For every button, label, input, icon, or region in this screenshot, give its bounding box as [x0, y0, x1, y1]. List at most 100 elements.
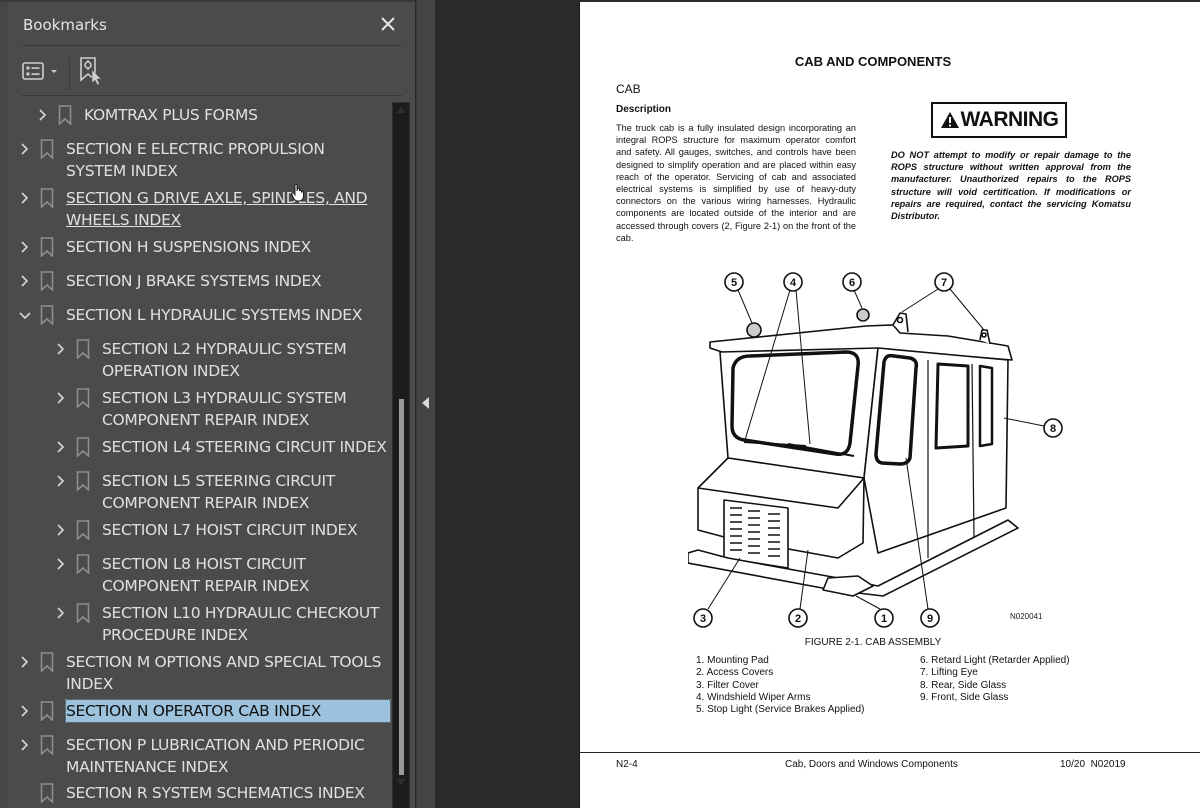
bookmark-label[interactable]: SECTION L7 HOIST CIRCUIT INDEX: [102, 519, 392, 541]
bookmarks-scrollbar[interactable]: [392, 102, 410, 808]
chevron-right-icon[interactable]: [36, 106, 50, 124]
legend-entry: 4. Windshield Wiper Arms: [696, 691, 811, 703]
figure-caption: FIGURE 2-1. CAB ASSEMBLY: [804, 637, 942, 648]
callout-1: 1: [881, 613, 887, 625]
collapse-panel-arrow-icon[interactable]: [422, 397, 429, 409]
cab-assembly-figure: 5 4 6 7 8 3 2 1 9: [688, 272, 1063, 628]
scroll-up-arrow-icon[interactable]: [396, 107, 406, 113]
chevron-down-icon[interactable]: [18, 306, 32, 324]
bookmarks-title: Bookmarks: [23, 16, 107, 34]
bookmark-icon: [76, 520, 90, 541]
warning-triangle-icon: [940, 112, 959, 128]
bookmark-label[interactable]: SECTION P LUBRICATION AND PERIODIC MAINT…: [66, 734, 386, 778]
bookmark-icon: [76, 603, 90, 624]
chevron-right-icon[interactable]: [18, 189, 32, 207]
footer-revision: 10/20 N02019: [1060, 759, 1126, 770]
find-current-bookmark-icon: [80, 57, 102, 86]
document-page: CAB AND COMPONENTS CAB Description The t…: [579, 2, 1200, 808]
list-options-icon: [22, 62, 44, 80]
bookmark-icon: [76, 471, 90, 492]
bookmark-icon: [40, 783, 54, 804]
figure-legend-left: 1. Mounting Pad 2. Access Covers 3. Filter…: [696, 655, 864, 716]
chevron-right-icon[interactable]: [54, 472, 68, 490]
bookmark-label[interactable]: SECTION M OPTIONS AND SPECIAL TOOLS INDE…: [66, 651, 386, 695]
bookmark-label[interactable]: SECTION L8 HOIST CIRCUIT COMPONENT REPAI…: [102, 553, 392, 597]
options-menu-button[interactable]: [22, 58, 62, 84]
panel-splitter[interactable]: [416, 0, 435, 808]
bookmark-label[interactable]: SECTION H SUSPENSIONS INDEX: [66, 236, 386, 258]
chevron-right-icon[interactable]: [18, 238, 32, 256]
bookmark-label[interactable]: SECTION L4 STEERING CIRCUIT INDEX: [102, 436, 392, 458]
bookmark-label[interactable]: SECTION L HYDRAULIC SYSTEMS INDEX: [66, 304, 386, 326]
warning-text: DO NOT attempt to modify or repair damag…: [891, 150, 1131, 222]
bookmark-icon: [76, 554, 90, 575]
chevron-right-icon[interactable]: [18, 702, 32, 720]
scroll-down-arrow-icon[interactable]: [396, 779, 406, 785]
bookmark-icon: [40, 652, 54, 673]
bookmark-label[interactable]: SECTION N OPERATOR CAB INDEX: [65, 699, 391, 723]
bookmark-label[interactable]: KOMTRAX PLUS FORMS: [84, 104, 386, 126]
callout-8: 8: [1050, 423, 1056, 435]
bookmark-icon: [40, 735, 54, 756]
callout-9: 9: [927, 613, 933, 625]
legend-entry: 3. Filter Cover: [696, 679, 759, 691]
bookmarks-tree: KOMTRAX PLUS FORMS SECTION E ELECTRIC PRO…: [0, 102, 395, 808]
legend-entry: 8. Rear, Side Glass: [920, 679, 1007, 691]
bookmark-label[interactable]: SECTION E ELECTRIC PROPULSION SYSTEM IND…: [66, 138, 386, 182]
bookmark-icon: [76, 388, 90, 409]
chevron-right-icon[interactable]: [54, 438, 68, 456]
scrollbar-thumb[interactable]: [399, 399, 404, 775]
toolbar-divider: [69, 58, 70, 90]
bookmark-label[interactable]: SECTION R SYSTEM SCHEMATICS INDEX: [66, 782, 386, 804]
bookmark-label[interactable]: SECTION L2 HYDRAULIC SYSTEM OPERATION IN…: [102, 338, 392, 382]
figure-id: N020041: [1010, 612, 1043, 621]
footer-page-number: N2-4: [616, 759, 638, 770]
bookmark-label[interactable]: SECTION G DRIVE AXLE, SPINDLES, AND WHEE…: [66, 187, 386, 231]
find-current-bookmark-button[interactable]: [78, 56, 106, 86]
chevron-right-icon[interactable]: [54, 604, 68, 622]
chevron-right-icon[interactable]: [54, 389, 68, 407]
callout-6: 6: [849, 277, 855, 289]
bookmarks-panel: Bookmarks KOMTRAX PLUS FORMS SECTION E E…: [0, 0, 415, 808]
bookmarks-header: Bookmarks: [22, 12, 402, 46]
callout-3: 3: [700, 613, 706, 625]
bookmark-label[interactable]: SECTION L3 HYDRAULIC SYSTEM COMPONENT RE…: [102, 387, 392, 431]
dropdown-arrow-icon: [51, 70, 57, 73]
bookmark-icon: [40, 701, 54, 722]
legend-entry: 7. Lifting Eye: [920, 667, 978, 679]
bookmark-icon: [40, 305, 54, 326]
bookmark-label[interactable]: SECTION L5 STEERING CIRCUIT COMPONENT RE…: [102, 470, 392, 514]
warning-box: WARNING: [931, 102, 1067, 138]
legend-entry: 1. Mounting Pad: [696, 655, 769, 666]
bookmark-icon: [40, 271, 54, 292]
bookmarks-toolbar: [22, 50, 402, 96]
bookmark-icon: [40, 237, 54, 258]
footer-rule: [580, 752, 1200, 753]
chevron-right-icon[interactable]: [54, 521, 68, 539]
callout-4: 4: [790, 277, 797, 289]
callout-7: 7: [941, 277, 947, 289]
bookmark-icon: [58, 105, 72, 126]
chevron-right-icon[interactable]: [54, 555, 68, 573]
bookmark-label[interactable]: SECTION J BRAKE SYSTEMS INDEX: [66, 270, 386, 292]
description-paragraph: The truck cab is a fully insulated desig…: [616, 123, 856, 243]
figure-legend-right: 6. Retard Light (Retarder Applied) 7. Lif…: [920, 655, 1070, 704]
hand-cursor-icon: [291, 184, 304, 202]
callout-2: 2: [795, 613, 801, 625]
warning-label: WARNING: [960, 108, 1060, 131]
footer-section-title: Cab, Doors and Windows Components: [785, 759, 958, 770]
chevron-right-icon[interactable]: [18, 140, 32, 158]
close-icon[interactable]: [376, 12, 400, 36]
bookmark-label[interactable]: SECTION L10 HYDRAULIC CHECKOUT PROCEDURE…: [102, 602, 392, 646]
bookmark-icon: [76, 339, 90, 360]
chevron-right-icon[interactable]: [54, 340, 68, 358]
chevron-right-icon[interactable]: [18, 736, 32, 754]
bookmark-icon: [76, 437, 90, 458]
bookmark-icon: [40, 188, 54, 209]
section-heading: CAB: [616, 82, 641, 96]
section-subheading: Description: [616, 104, 672, 115]
legend-entry: 9. Front, Side Glass: [920, 691, 1009, 703]
legend-entry: 6. Retard Light (Retarder Applied): [920, 655, 1070, 666]
chevron-right-icon[interactable]: [18, 272, 32, 290]
chevron-right-icon[interactable]: [18, 653, 32, 671]
